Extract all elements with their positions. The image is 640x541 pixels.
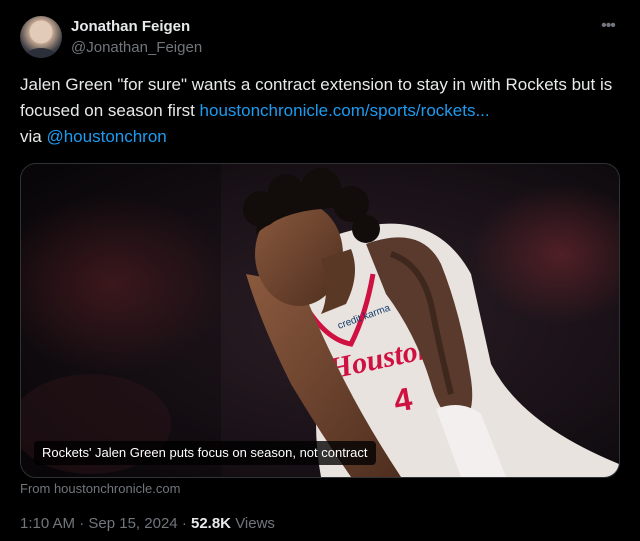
mention-link[interactable]: @houstonchron — [46, 127, 166, 146]
player-photo: credit karma Houston 4 — [21, 164, 619, 477]
meta-separator: · — [79, 515, 85, 532]
more-icon[interactable]: ••• — [598, 16, 618, 36]
author-name[interactable]: Jonathan Feigen — [71, 18, 190, 35]
meta-separator-2: · — [181, 515, 187, 532]
tweet-meta: 1:10 AM · Sep 15, 2024 · 52.8K Views — [20, 515, 275, 532]
tweet-date[interactable]: Sep 15, 2024 — [88, 515, 177, 532]
article-link[interactable]: houstonchronicle.com/sports/rockets... — [200, 101, 490, 120]
tweet-time[interactable]: 1:10 AM — [20, 515, 75, 532]
views-label: Views — [235, 515, 275, 532]
card-source[interactable]: From houstonchronicle.com — [20, 481, 180, 496]
via-text: via — [20, 127, 47, 146]
avatar-shirt — [26, 48, 56, 58]
author-avatar[interactable] — [20, 16, 62, 58]
views-count: 52.8K — [190, 515, 232, 532]
link-card-image[interactable]: credit karma Houston 4 Rockets' Jalen Gr… — [20, 163, 620, 478]
card-caption: Rockets' Jalen Green puts focus on seaso… — [34, 441, 376, 465]
author-handle[interactable]: @Jonathan_Feigen — [71, 39, 202, 56]
tweet-text: Jalen Green "for sure" wants a contract … — [20, 72, 624, 150]
